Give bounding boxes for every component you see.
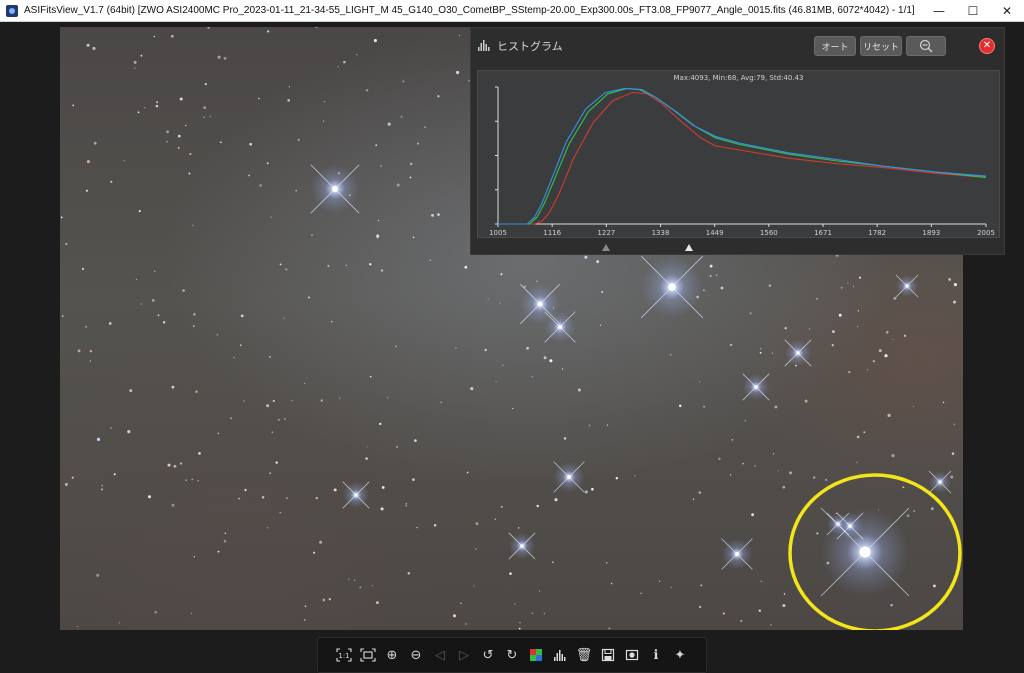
histogram-series-line [498, 91, 987, 225]
black-point-handle[interactable] [602, 244, 610, 251]
star-detect-button[interactable]: ✦ [670, 644, 691, 666]
histogram-panel: ヒストグラム オート リセット ✕ 1005 1116 1227 1338 1449 15… [470, 27, 1005, 255]
save-icon [601, 648, 615, 662]
x-tick-label: 1893 [922, 229, 940, 237]
window-title: ASIFitsView_V1.7 (64bit) [ZWO ASI2400MC … [24, 5, 915, 16]
x-tick-label: 1671 [814, 229, 832, 237]
x-tick-label: 1005 [489, 229, 507, 237]
rotate-right-icon: ↻ [506, 647, 518, 663]
delete-button[interactable]: 🗑 [574, 644, 595, 666]
next-icon: ▷ [459, 647, 469, 663]
histogram-title: ヒストグラム [497, 40, 563, 53]
rotate-left-button[interactable]: ↺ [478, 644, 499, 666]
stretch-icon [625, 648, 639, 662]
histogram-close-button[interactable]: ✕ [979, 38, 995, 54]
x-tick-label: 2005 [977, 229, 995, 237]
histogram-series-line [498, 87, 987, 225]
actual-size-icon: 1:1 [336, 648, 352, 662]
histogram-icon [553, 648, 567, 662]
fit-to-window-icon [360, 648, 376, 662]
x-tick-label: 1338 [652, 229, 670, 237]
actual-size-button[interactable]: 1:1 [334, 644, 355, 666]
zoom-in-icon: ⊕ [386, 647, 398, 663]
x-tick-label: 1560 [760, 229, 778, 237]
close-window-button[interactable]: ✕ [990, 0, 1024, 22]
histogram-button[interactable] [550, 644, 571, 666]
histogram-stats: Max:4093, Min:68, Avg:79, Std:40.43 [673, 74, 804, 82]
histogram-series-line [498, 87, 987, 225]
white-point-handle[interactable] [685, 244, 693, 251]
histogram-chart: 1005 1116 1227 1338 1449 1560 1671 1782 1893 2005 [489, 86, 995, 237]
bottom-toolbar: 1:1 ⊕ ⊖ ◁ ▷ ↺ ↻ 🗑 ℹ ✦ [317, 637, 707, 673]
title-bar: ASIFitsView_V1.7 (64bit) [ZWO ASI2400MC … [0, 0, 1024, 22]
zoom-out-icon: ⊖ [410, 647, 422, 663]
x-tick-label: 1782 [868, 229, 886, 237]
histogram-header: ヒストグラム オート リセット ✕ [471, 28, 1004, 62]
next-button[interactable]: ▷ [454, 644, 475, 666]
save-button[interactable] [598, 644, 619, 666]
app-icon [6, 4, 18, 17]
zoom-out-icon [919, 39, 933, 53]
auto-stretch-button[interactable]: オート [814, 36, 856, 56]
star-detect-icon: ✦ [674, 647, 686, 663]
info-button[interactable]: ℹ [646, 644, 667, 666]
info-icon: ℹ [653, 647, 659, 663]
zoom-in-button[interactable]: ⊕ [382, 644, 403, 666]
workspace: ヒストグラム オート リセット ✕ 1005 1116 1227 1338 1449 15… [0, 22, 1024, 673]
x-tick-label: 1116 [543, 229, 561, 237]
histogram-icon [478, 40, 490, 51]
color-debayer-button[interactable] [526, 644, 547, 666]
svg-text:1:1: 1:1 [338, 652, 349, 660]
previous-button[interactable]: ◁ [430, 644, 451, 666]
previous-icon: ◁ [435, 647, 445, 663]
zoom-out-button[interactable]: ⊖ [406, 644, 427, 666]
x-tick-label: 1449 [706, 229, 724, 237]
histogram-plot: 1005 1116 1227 1338 1449 1560 1671 1782 1893 2005… [477, 70, 1000, 238]
fit-to-window-button[interactable] [358, 644, 379, 666]
rotate-left-icon: ↺ [482, 647, 494, 663]
rotate-right-button[interactable]: ↻ [502, 644, 523, 666]
stretch-button[interactable] [622, 644, 643, 666]
maximize-button[interactable]: ☐ [956, 0, 990, 22]
minimize-button[interactable]: — [922, 0, 956, 22]
histogram-zoom-button[interactable] [906, 36, 946, 56]
delete-icon: 🗑 [575, 647, 593, 663]
reset-button[interactable]: リセット [860, 36, 902, 56]
x-tick-label: 1227 [597, 229, 615, 237]
color-debayer-icon [529, 648, 543, 662]
